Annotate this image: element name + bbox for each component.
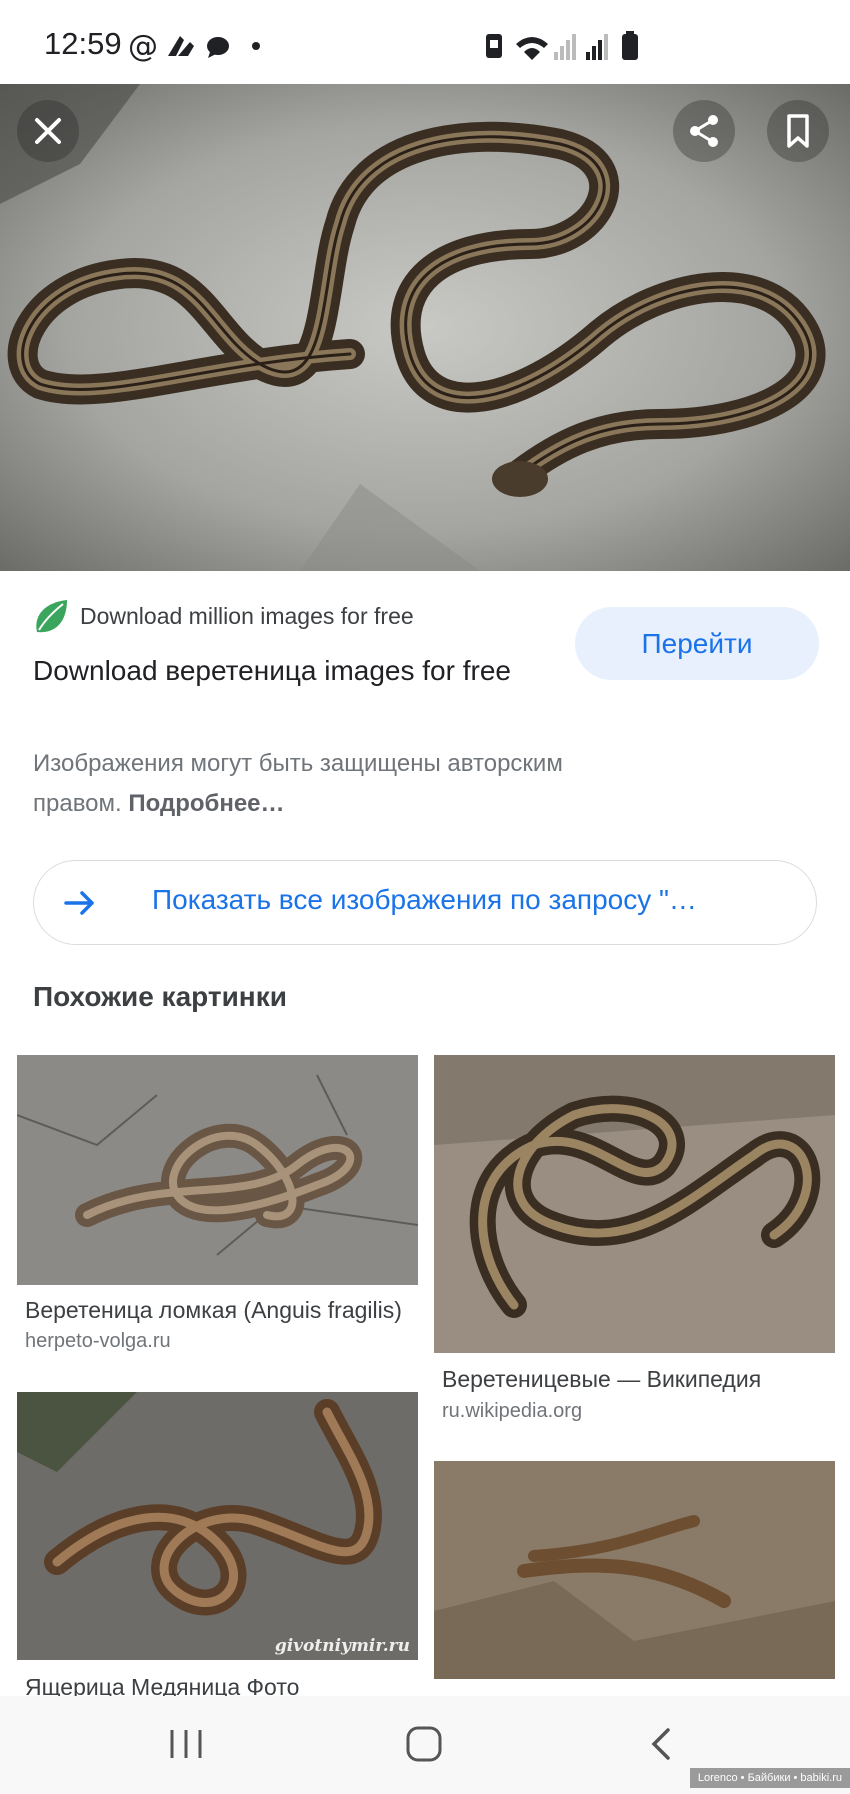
close-icon xyxy=(35,118,61,144)
similar-thumbnail[interactable] xyxy=(434,1461,835,1679)
go-button[interactable]: Перейти xyxy=(575,607,819,680)
similar-title-1[interactable]: Веретеница ломкая (Anguis fragilis) xyxy=(25,1297,410,1324)
similar-thumbnail[interactable]: givotniymir.ru xyxy=(17,1392,418,1660)
similar-thumbnail[interactable] xyxy=(17,1055,418,1285)
recents-icon[interactable] xyxy=(168,1726,204,1762)
similar-title-2[interactable]: Веретеницевые — Википедия xyxy=(442,1366,827,1393)
main-image[interactable] xyxy=(0,84,850,571)
ad-title[interactable]: Download веретеница images for free xyxy=(33,650,513,691)
copyright-notice: Изображения могут быть защищены авторски… xyxy=(33,744,653,824)
similar-source-1[interactable]: herpeto-volga.ru xyxy=(25,1330,171,1353)
similar-thumbnail[interactable] xyxy=(434,1055,835,1353)
home-icon[interactable] xyxy=(404,1724,444,1764)
bookmark-button[interactable] xyxy=(767,100,829,162)
back-icon[interactable] xyxy=(646,1726,676,1762)
image-watermark: givotniymir.ru xyxy=(274,1636,410,1656)
bookmark-icon xyxy=(787,114,809,148)
ad-site-name[interactable]: Download million images for free xyxy=(80,603,414,630)
arrow-right-icon xyxy=(64,891,94,915)
status-bar: 12:59 @ xyxy=(0,0,850,84)
copyright-text: Изображения могут быть защищены авторски… xyxy=(33,750,563,817)
share-button[interactable] xyxy=(673,100,735,162)
status-time: 12:59 xyxy=(44,26,122,61)
similar-card[interactable] xyxy=(17,1055,418,1285)
svg-text:@: @ xyxy=(128,29,158,64)
learn-more-link[interactable]: Подробнее… xyxy=(128,790,284,817)
close-button[interactable] xyxy=(17,100,79,162)
notification-icons: @ xyxy=(128,29,260,64)
show-all-images-button[interactable]: Показать все изображения по запросу "… xyxy=(33,860,817,945)
show-all-label: Показать все изображения по запросу "… xyxy=(152,884,697,915)
share-icon xyxy=(690,115,718,147)
page-watermark: Lorenco • Байбики • babiki.ru xyxy=(689,1768,850,1788)
similar-source-2[interactable]: ru.wikipedia.org xyxy=(442,1400,582,1423)
leaf-logo-icon xyxy=(36,600,67,633)
similar-images-heading: Похожие картинки xyxy=(33,981,287,1012)
system-status-icons xyxy=(486,31,638,60)
